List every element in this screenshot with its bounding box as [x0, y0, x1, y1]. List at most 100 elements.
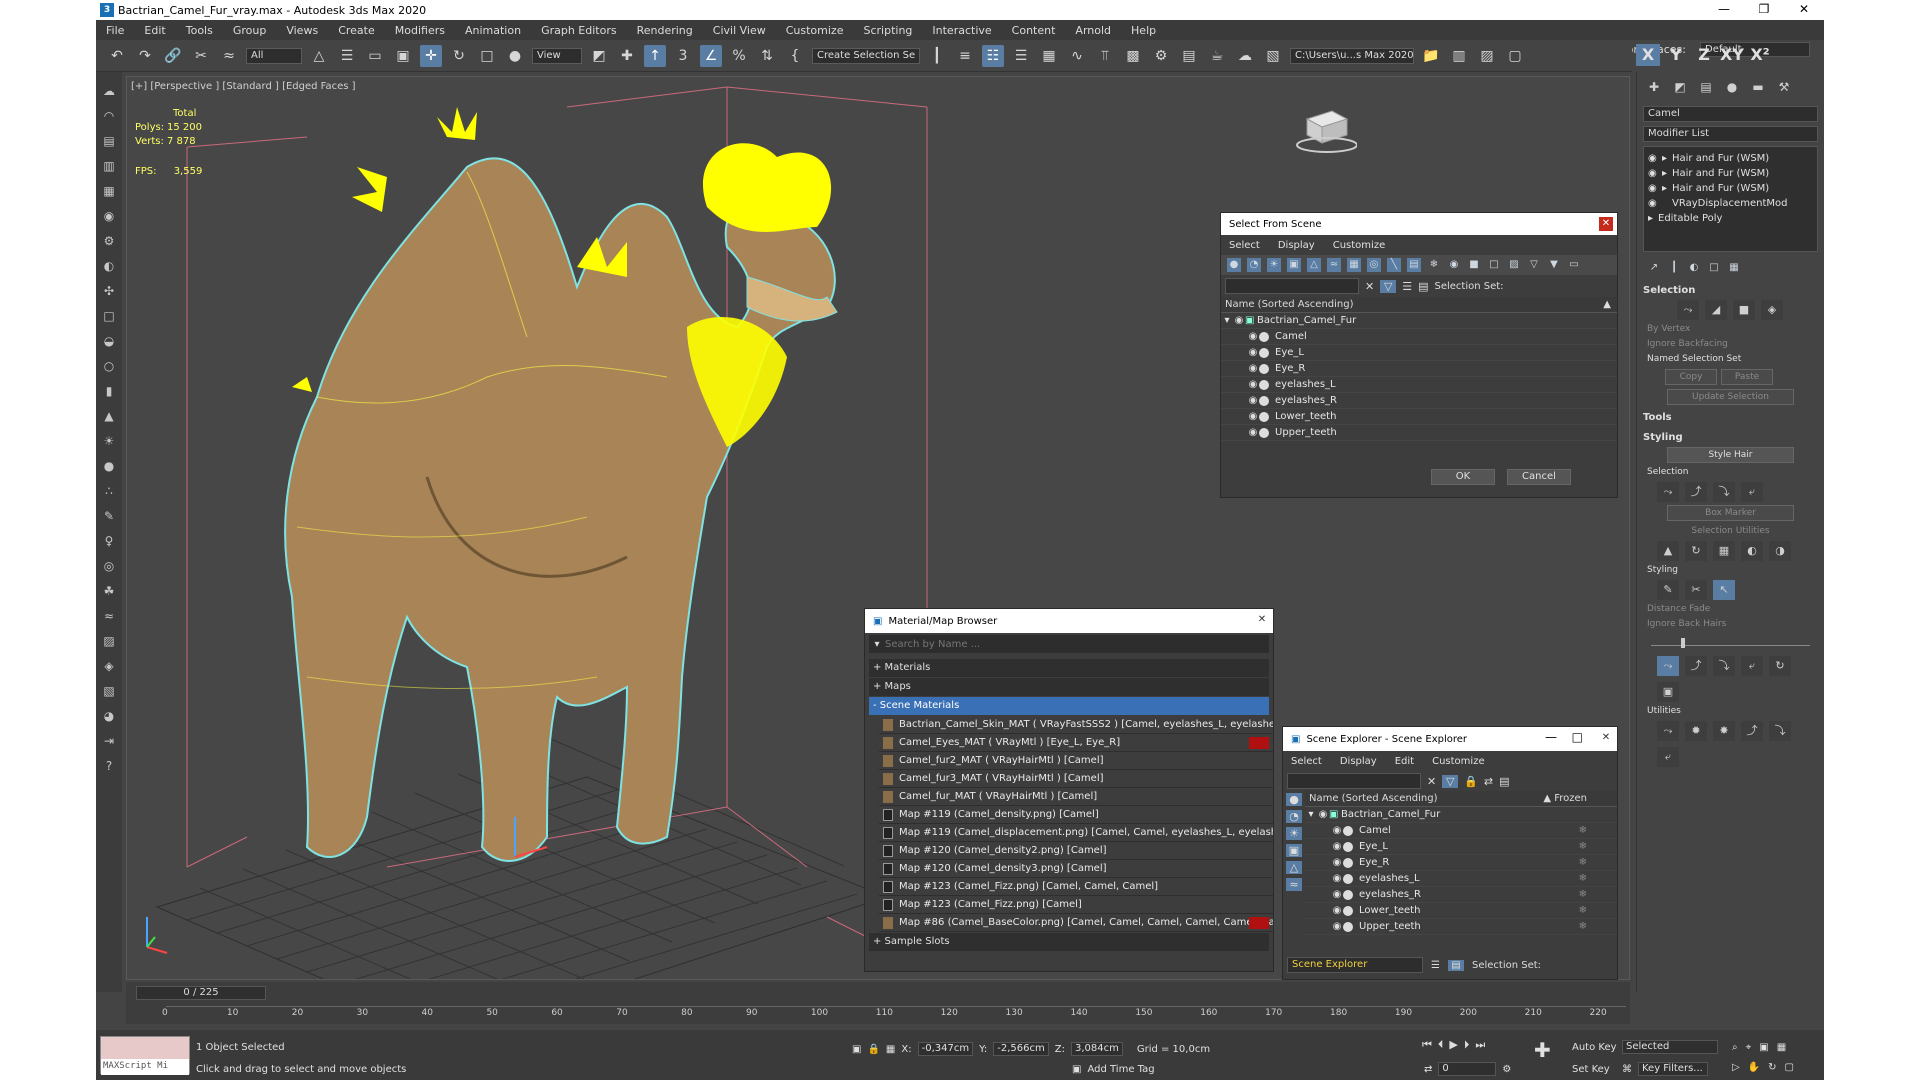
- create-tab-icon[interactable]: ✚: [1645, 78, 1663, 96]
- material-sphere-icon[interactable]: ◈: [100, 657, 118, 675]
- toggle-scene-icon[interactable]: ▥: [1448, 45, 1470, 67]
- select-tool-icon[interactable]: ↖: [1713, 580, 1735, 600]
- funnel-icon[interactable]: ▽: [1527, 258, 1541, 272]
- material-list-item[interactable]: Map #119 (Camel_density.png) [Camel]: [879, 806, 1273, 824]
- filter-toggle-icon[interactable]: ▽: [1442, 774, 1459, 788]
- eye-icon[interactable]: ◉: [1331, 855, 1343, 871]
- expand-selection-icon[interactable]: ▦: [1713, 541, 1735, 561]
- se-filter-lights-icon[interactable]: ☀: [1286, 827, 1302, 840]
- maxscript-input[interactable]: MAXScript Mi: [101, 1059, 189, 1075]
- material-list-item[interactable]: Camel_fur_MAT ( VRayHairMtl ) [Camel]: [879, 788, 1273, 806]
- hierarchy-view-icon[interactable]: ▤: [1447, 959, 1464, 971]
- eye-icon[interactable]: ◉: [1331, 903, 1343, 919]
- clear-search-icon[interactable]: ✕: [1427, 775, 1436, 788]
- minimize-button[interactable]: —: [1704, 0, 1744, 20]
- open-folder-icon[interactable]: 📁: [1420, 45, 1442, 67]
- create-helpers-icon[interactable]: ▦: [100, 182, 118, 200]
- translate-hair-icon[interactable]: ⤳: [1657, 656, 1679, 676]
- plant-icon[interactable]: ☘: [100, 582, 118, 600]
- axis-y-button[interactable]: Y: [1664, 44, 1688, 66]
- prev-frame-icon[interactable]: ⏴: [1438, 1038, 1444, 1052]
- utilities-tab-icon[interactable]: ⚒: [1775, 78, 1793, 96]
- next-frame-icon[interactable]: ⏵: [1464, 1038, 1470, 1052]
- se-frozen-column[interactable]: ▲ Frozen: [1543, 791, 1587, 806]
- display-none-icon[interactable]: □: [1487, 258, 1501, 272]
- element-icon[interactable]: ◈: [1761, 300, 1783, 320]
- filter-hidden-icon[interactable]: ◉: [1447, 258, 1461, 272]
- stack-item[interactable]: ▸ Editable Poly: [1644, 211, 1817, 226]
- distance-fade-checkbox[interactable]: Distance Fade: [1647, 602, 1814, 617]
- x-coordinate-field[interactable]: -0,347cm: [917, 1042, 974, 1056]
- face-icon[interactable]: ◢: [1705, 300, 1727, 320]
- expand-arrow-icon[interactable]: ▸: [1662, 166, 1672, 181]
- rotate-icon[interactable]: ↻: [448, 45, 470, 67]
- selection-rollout-title[interactable]: Selection: [1643, 284, 1818, 298]
- angle-snap-icon[interactable]: ∠: [700, 44, 722, 67]
- tree-row[interactable]: ◉ Eye_R: [1221, 361, 1617, 377]
- se-filter-cameras-icon[interactable]: ▣: [1286, 844, 1302, 857]
- lock-selection-icon[interactable]: 🔒: [867, 1044, 879, 1055]
- expand-arrow-icon[interactable]: ▸: [1648, 211, 1658, 226]
- selection-filter-dropdown[interactable]: All: [246, 47, 302, 64]
- layers-icon[interactable]: ☰: [1402, 280, 1412, 293]
- isolate-icon[interactable]: ▣: [852, 1044, 861, 1055]
- menu-content[interactable]: Content: [1002, 24, 1066, 37]
- update-selection-button[interactable]: Update Selection: [1667, 389, 1794, 405]
- close-icon[interactable]: ✕: [1255, 613, 1269, 627]
- eye-icon[interactable]: ◉: [1648, 196, 1662, 211]
- redo-icon[interactable]: ↷: [134, 45, 156, 67]
- eye-icon[interactable]: ◉: [1331, 823, 1343, 839]
- expand-arrow-icon[interactable]: ▾: [1305, 807, 1317, 823]
- cylinder-icon[interactable]: ▮: [100, 382, 118, 400]
- tree-row[interactable]: ◉ Eye_R ❄: [1305, 855, 1617, 871]
- sfs-search-input[interactable]: [1225, 278, 1359, 294]
- auto-key-button[interactable]: Auto Key: [1572, 1042, 1617, 1053]
- hair-fur-icon[interactable]: ≈: [100, 607, 118, 625]
- se-menu-customize[interactable]: Customize: [1432, 756, 1485, 767]
- undo-icon[interactable]: ↶: [106, 45, 128, 67]
- create-lights-icon[interactable]: ▤: [100, 132, 118, 150]
- eye-icon[interactable]: ◉: [1247, 377, 1259, 393]
- frozen-icon[interactable]: ❄: [1579, 919, 1587, 935]
- se-filter-warps-icon[interactable]: ≈: [1286, 878, 1302, 891]
- material-list-item[interactable]: Camel_Eyes_MAT ( VRayMtl ) [Eye_L, Eye_R…: [879, 734, 1273, 752]
- eye-icon[interactable]: ◉: [1247, 409, 1259, 425]
- filter-containers-icon[interactable]: ▤: [1407, 258, 1421, 272]
- filter-toggle-icon[interactable]: ▽: [1380, 279, 1397, 293]
- cancel-button[interactable]: Cancel: [1507, 469, 1571, 485]
- object-name-field[interactable]: Camel: [1643, 106, 1818, 122]
- filter-helpers-icon[interactable]: △: [1307, 258, 1321, 272]
- menu-group[interactable]: Group: [223, 24, 277, 37]
- window-icon[interactable]: ▭: [1567, 258, 1581, 272]
- tools-rollout-title[interactable]: Tools: [1643, 411, 1818, 425]
- tree-row[interactable]: ◉ eyelashes_L ❄: [1305, 871, 1617, 887]
- systems-icon[interactable]: ⚙: [100, 232, 118, 250]
- container-icon[interactable]: ▢: [1504, 45, 1526, 67]
- render-mesh-icon[interactable]: ▨: [100, 632, 118, 650]
- se-filter-geometry-icon[interactable]: ●: [1286, 793, 1302, 806]
- render-cloud-icon[interactable]: ☁: [1234, 45, 1256, 67]
- spinner-snap-icon[interactable]: ⇅: [756, 45, 778, 67]
- menu-file[interactable]: File: [96, 24, 134, 37]
- recomb-icon[interactable]: ⤴: [1741, 721, 1763, 741]
- hair-brush-icon[interactable]: ✎: [1657, 580, 1679, 600]
- expand-arrow-icon[interactable]: ▾: [1221, 313, 1233, 329]
- eye-icon[interactable]: ◉: [1331, 871, 1343, 887]
- tree-row[interactable]: ◉ eyelashes_R: [1221, 393, 1617, 409]
- configure-sets-icon[interactable]: ▦: [1727, 261, 1741, 275]
- rotate-selection-icon[interactable]: ↻: [1685, 541, 1707, 561]
- rect-selection-icon[interactable]: ▭: [364, 45, 386, 67]
- stack-item[interactable]: ◉ VRayDisplacementMod: [1644, 196, 1817, 211]
- filter-groups-icon[interactable]: ▦: [1347, 258, 1361, 272]
- select-root-icon[interactable]: ⤵: [1713, 482, 1735, 502]
- eye-icon[interactable]: ◉: [1331, 839, 1343, 855]
- polygon-icon[interactable]: ■: [1733, 300, 1755, 320]
- puff-roots-icon[interactable]: ⤵: [1713, 656, 1735, 676]
- menu-edit[interactable]: Edit: [134, 24, 175, 37]
- eye-icon[interactable]: ◉: [1247, 393, 1259, 409]
- eye-icon[interactable]: ◉: [1331, 919, 1343, 935]
- box-marker-dropdown[interactable]: Box Marker: [1667, 505, 1794, 521]
- schematic-view-icon[interactable]: ⫪: [1094, 45, 1116, 67]
- menu-create[interactable]: Create: [328, 24, 385, 37]
- align-icon[interactable]: ≡: [954, 45, 976, 67]
